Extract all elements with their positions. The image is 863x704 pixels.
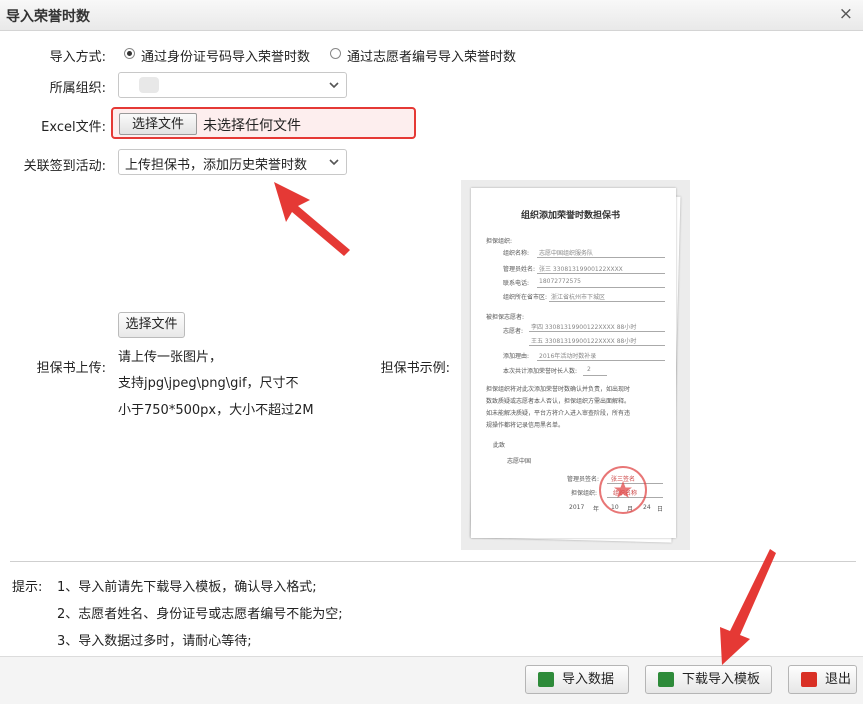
radio-volunteer-no[interactable] — [330, 48, 341, 59]
import-data-label: 导入数据 — [562, 672, 615, 687]
excel-file-status: 未选择任何文件 — [203, 118, 301, 134]
tip-1: 1、导入前请先下载导入模板，确认导入格式; — [57, 580, 317, 595]
activity-label: 关联签到活动: — [23, 159, 106, 174]
org-redacted-value — [139, 77, 159, 93]
guarantee-hint-2: 支持jpg\jpeg\png\gif，尺寸不 — [118, 376, 299, 391]
sample-label: 担保书示例: — [380, 361, 450, 376]
exit-icon — [801, 672, 817, 687]
excel-icon — [658, 672, 674, 687]
radio-id-card-label[interactable]: 通过身份证号码导入荣誉时数 — [141, 46, 310, 65]
annotation-arrow-up-icon — [274, 182, 350, 256]
org-select[interactable] — [118, 72, 347, 98]
import-data-button[interactable]: 导入数据 — [525, 665, 629, 694]
excel-choose-file-button[interactable]: 选择文件 — [119, 113, 197, 135]
annotation-arrow-down-icon — [720, 549, 776, 665]
tip-3: 3、导入数据过多时，请耐心等待; — [57, 634, 252, 649]
tips-prefix: 提示: — [12, 580, 43, 595]
radio-volunteer-no-label[interactable]: 通过志愿者编号导入荣誉时数 — [347, 46, 516, 65]
guarantee-label: 担保书上传: — [36, 361, 106, 376]
chevron-down-icon — [329, 82, 339, 89]
guarantee-sample-image: 组织添加荣誉时数担保书 担保组织: 组织名称: 志愿中国组织服务队 管理员姓名:… — [461, 180, 690, 550]
excel-icon — [538, 672, 554, 687]
sample-doc-title: 组织添加荣誉时数担保书 — [521, 211, 621, 221]
guarantee-hint-1: 请上传一张图片， — [118, 350, 223, 365]
org-label: 所属组织: — [49, 81, 106, 96]
red-seal-stamp — [599, 466, 647, 514]
download-template-label: 下载导入模板 — [682, 672, 761, 687]
exit-button[interactable]: 退出 — [788, 665, 857, 694]
import-mode-label: 导入方式: — [49, 50, 106, 65]
dialog-titlebar: 导入荣誉时数 × — [0, 0, 863, 31]
dialog-title: 导入荣誉时数 — [6, 9, 90, 25]
sample-paper: 组织添加荣誉时数担保书 担保组织: 组织名称: 志愿中国组织服务队 管理员姓名:… — [471, 188, 676, 538]
tip-2: 2、志愿者姓名、身份证号或志愿者编号不能为空; — [57, 607, 343, 622]
excel-file-input[interactable]: 选择文件 未选择任何文件 — [111, 107, 416, 139]
exit-label: 退出 — [825, 672, 852, 687]
guarantee-choose-file-button[interactable]: 选择文件 — [118, 312, 185, 338]
guarantee-hint-3: 小于750*500px，大小不超过2M — [118, 403, 314, 418]
excel-label: Excel文件: — [41, 120, 106, 135]
radio-id-card[interactable] — [124, 48, 135, 59]
chevron-down-icon — [329, 159, 339, 166]
close-icon[interactable]: × — [839, 4, 853, 24]
